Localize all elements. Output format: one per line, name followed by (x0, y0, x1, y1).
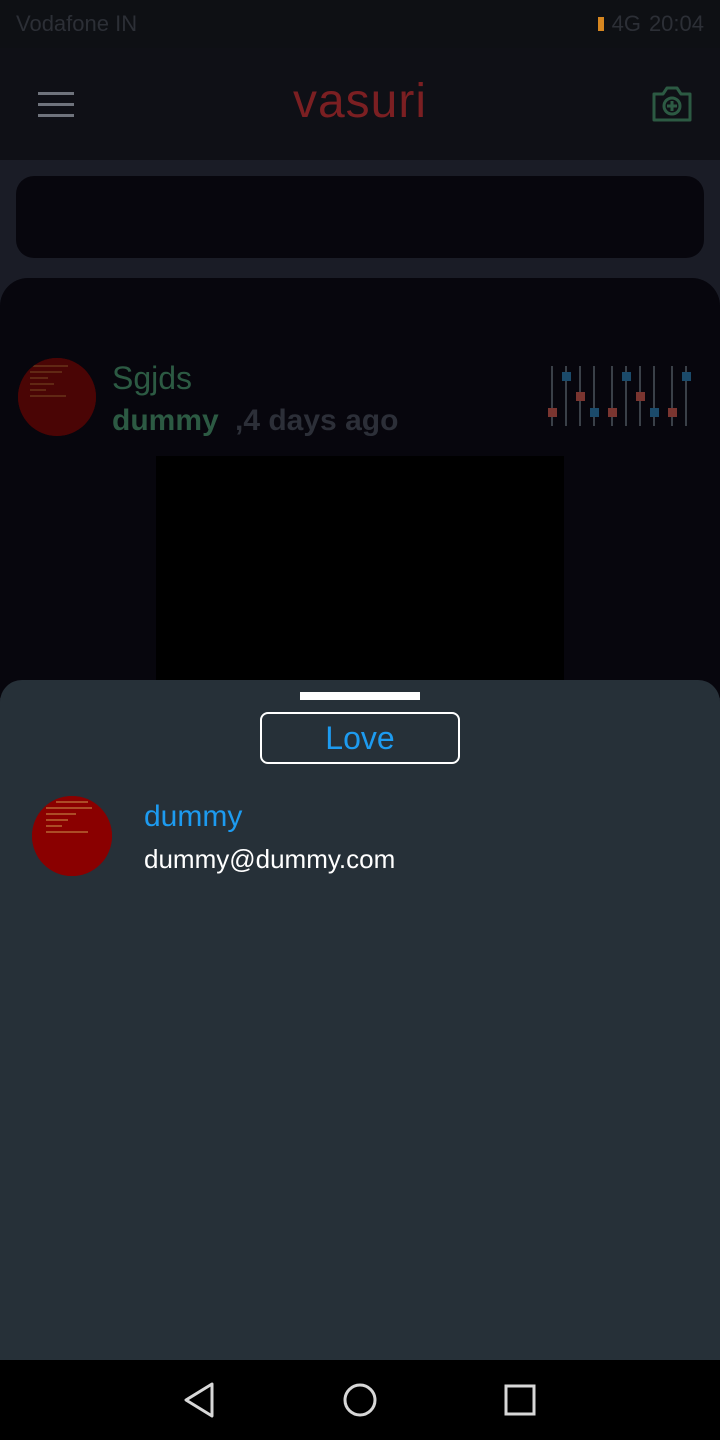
battery-icon (597, 17, 604, 31)
top-card[interactable] (16, 176, 704, 258)
list-item[interactable]: dummy dummy@dummy.com (32, 794, 688, 878)
system-nav-bar (0, 1360, 720, 1440)
home-icon[interactable] (338, 1378, 382, 1422)
user-name: dummy (144, 800, 243, 833)
love-tab[interactable]: Love (260, 712, 460, 764)
post-timestamp: ,4 days ago (235, 404, 399, 437)
user-avatar (32, 796, 112, 876)
user-email: dummy@dummy.com (144, 844, 396, 874)
back-icon[interactable] (178, 1378, 222, 1422)
recents-icon[interactable] (498, 1378, 542, 1422)
reactions-sheet: Love dummy dummy@dummy.com (0, 680, 720, 1360)
post-card: Sgjds dummy ,4 days ago (0, 278, 720, 698)
camera-add-icon[interactable] (650, 84, 694, 124)
app-bar: vasuri (0, 48, 720, 160)
post-title: Sgjds (112, 360, 193, 396)
status-icons: 4G 20:04 (597, 11, 704, 37)
network-label: 4G (611, 11, 641, 36)
post-author[interactable]: dummy (112, 404, 219, 438)
drag-handle[interactable] (300, 692, 420, 700)
avatar-image (18, 358, 96, 436)
clock: 20:04 (648, 11, 704, 36)
avatar-image (32, 796, 112, 876)
status-bar: Vodafone IN 4G 20:04 (0, 0, 720, 48)
app-title: vasuri (292, 75, 428, 128)
equalizer-icon[interactable] (546, 366, 694, 426)
carrier-label: Vodafone IN (16, 11, 138, 36)
post-media[interactable] (156, 456, 564, 698)
post-avatar[interactable] (18, 358, 96, 436)
